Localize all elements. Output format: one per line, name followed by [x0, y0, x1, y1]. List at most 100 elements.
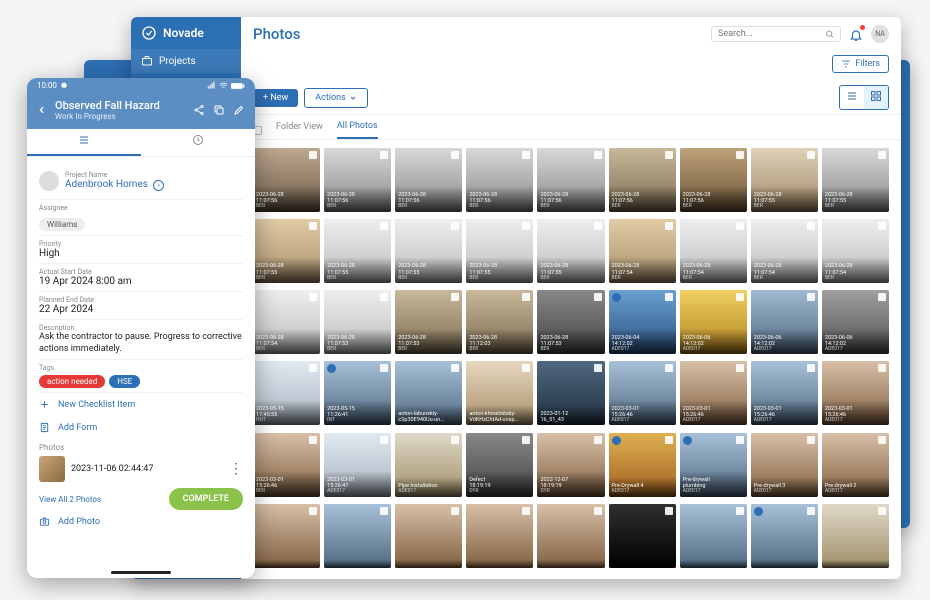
add-photo-button[interactable]: Add Photo: [39, 510, 243, 533]
add-form-button[interactable]: Add Form: [39, 416, 243, 439]
view-all-photos-link[interactable]: View All 2 Photos: [39, 493, 101, 506]
project-value[interactable]: Adenbrook Homes ›: [65, 179, 164, 191]
photo-card[interactable]: Pre-Drywall 4ADE017: [609, 433, 676, 497]
photo-card[interactable]: 2023-06-2811:07:55BER: [324, 219, 391, 283]
photo-checkbox[interactable]: [380, 507, 388, 515]
share-icon[interactable]: [193, 104, 205, 116]
photo-checkbox[interactable]: [807, 507, 815, 515]
photo-card[interactable]: 2023-06-2811:07:55BER: [253, 219, 320, 283]
photo-card[interactable]: anton-khmelnitsky-VdKHzChtAd-unsp...: [466, 361, 533, 425]
notifications-button[interactable]: [849, 27, 863, 41]
photo-card[interactable]: [680, 504, 747, 568]
photo-card[interactable]: 2023-05-1511:26:41INT: [324, 361, 391, 425]
photo-card[interactable]: 2023-06-0614:12:02ADE017: [751, 290, 818, 354]
photo-checkbox[interactable]: [665, 293, 673, 301]
edit-icon[interactable]: [233, 104, 245, 116]
photo-checkbox[interactable]: [522, 364, 530, 372]
photo-checkbox[interactable]: [309, 364, 317, 372]
photo-card[interactable]: 2023-06-2811:07:56BER: [395, 148, 462, 212]
photo-card[interactable]: 2023-06-2811:07:56BER: [680, 148, 747, 212]
photo-card[interactable]: 2023-06-2811:07:55BER: [537, 219, 604, 283]
photo-card[interactable]: 2023-06-2811:07:56BER: [466, 148, 533, 212]
photo-checkbox[interactable]: [736, 507, 744, 515]
copy-icon[interactable]: [213, 104, 225, 116]
photo-card[interactable]: 2023-03-0115:26:46ADE017: [822, 361, 889, 425]
photo-card[interactable]: 2023-06-0414:12:02ADE017: [609, 290, 676, 354]
photo-card[interactable]: 2023-01-1216_51_43: [537, 361, 604, 425]
photo-checkbox[interactable]: [665, 151, 673, 159]
photo-checkbox[interactable]: [665, 436, 673, 444]
photo-card[interactable]: 2023-06-2811:07:55BER: [822, 148, 889, 212]
photo-card[interactable]: [609, 504, 676, 568]
photo-card[interactable]: 2023-03-0115:26:46BER: [253, 433, 320, 497]
photo-checkbox[interactable]: [878, 222, 886, 230]
photo-card[interactable]: 2023-06-2811:07:53BER: [324, 290, 391, 354]
photo-checkbox[interactable]: [594, 222, 602, 230]
photo-checkbox[interactable]: [878, 151, 886, 159]
photo-checkbox[interactable]: [380, 293, 388, 301]
assignee-chip[interactable]: Williams: [39, 218, 85, 231]
photo-checkbox[interactable]: [665, 364, 673, 372]
photo-checkbox[interactable]: [451, 507, 459, 515]
tag-hse[interactable]: HSE: [109, 375, 140, 388]
search-input[interactable]: [718, 29, 825, 39]
photo-card[interactable]: [324, 504, 391, 568]
photo-checkbox[interactable]: [878, 436, 886, 444]
photo-card[interactable]: Pipe InstallationADE017: [395, 433, 462, 497]
photo-card[interactable]: Pre-drywall 2ADE017: [822, 433, 889, 497]
photo-card[interactable]: 2023-06-2811:07:53BER: [395, 290, 462, 354]
photo-card[interactable]: 2023-06-2811:07:54BER: [751, 219, 818, 283]
photo-row[interactable]: 2023-11-06 02:44:47 ⋮: [39, 452, 243, 486]
photo-card[interactable]: 2023-06-2811:07:55BER: [751, 148, 818, 212]
tab-details[interactable]: [27, 129, 141, 156]
photo-card[interactable]: 2023-06-2811:07:56BER: [324, 148, 391, 212]
photo-card[interactable]: [466, 504, 533, 568]
photo-card[interactable]: 2023-06-2811:07:55BER: [466, 219, 533, 283]
photo-checkbox[interactable]: [665, 507, 673, 515]
photo-checkbox[interactable]: [451, 364, 459, 372]
photo-checkbox[interactable]: [522, 293, 530, 301]
photo-card[interactable]: 2023-06-0614:12:02ADE017: [680, 290, 747, 354]
photo-checkbox[interactable]: [309, 293, 317, 301]
photo-card[interactable]: 2023-06-2811:07:54BER: [609, 219, 676, 283]
photo-card[interactable]: [395, 504, 462, 568]
photo-card[interactable]: 2023-06-2811:07:54BER: [680, 219, 747, 283]
photo-card[interactable]: 2023-06-2811:07:53BER: [537, 290, 604, 354]
photo-checkbox[interactable]: [522, 222, 530, 230]
photo-checkbox[interactable]: [380, 364, 388, 372]
photo-checkbox[interactable]: [522, 436, 530, 444]
photo-card[interactable]: Defect18:19:19DYR: [466, 433, 533, 497]
avatar[interactable]: NA: [871, 25, 889, 43]
photo-checkbox[interactable]: [878, 364, 886, 372]
photo-card[interactable]: Pre-drywall 3ADE017: [751, 433, 818, 497]
photo-checkbox[interactable]: [594, 507, 602, 515]
photo-card[interactable]: 2023-06-2811:07:54BER: [822, 219, 889, 283]
photo-checkbox[interactable]: [807, 293, 815, 301]
photo-checkbox[interactable]: [451, 436, 459, 444]
photo-checkbox[interactable]: [309, 507, 317, 515]
actions-button[interactable]: Actions: [304, 88, 367, 108]
photo-checkbox[interactable]: [451, 222, 459, 230]
photo-card[interactable]: 2023-06-0614:12:02ADE017: [822, 290, 889, 354]
photo-card[interactable]: 2023-06-2811:07:54BER: [253, 290, 320, 354]
photo-card[interactable]: 2023-03-0115:26:47ADE017: [324, 433, 391, 497]
filters-button[interactable]: Filters: [832, 55, 889, 73]
photo-card[interactable]: 2023-06-2811:12:03BER: [466, 290, 533, 354]
photo-card[interactable]: 2023-03-0115:26:46ADE017: [609, 361, 676, 425]
photo-card[interactable]: 2023-05-1517:45:55HUT: [253, 361, 320, 425]
sidebar-item-projects[interactable]: Projects: [131, 49, 241, 73]
photo-checkbox[interactable]: [736, 364, 744, 372]
more-icon[interactable]: ⋮: [229, 466, 243, 473]
tab-history[interactable]: [141, 129, 255, 156]
photo-checkbox[interactable]: [736, 222, 744, 230]
complete-button[interactable]: COMPLETE: [169, 488, 243, 510]
photo-checkbox[interactable]: [594, 436, 602, 444]
photo-checkbox[interactable]: [522, 507, 530, 515]
photo-card[interactable]: 2023-06-2811:07:56BER: [609, 148, 676, 212]
grid-view-button[interactable]: [864, 86, 888, 109]
photo-checkbox[interactable]: [807, 151, 815, 159]
photo-checkbox[interactable]: [594, 364, 602, 372]
photo-checkbox[interactable]: [451, 151, 459, 159]
tab-all-photos[interactable]: All Photos: [337, 121, 378, 139]
photo-checkbox[interactable]: [309, 151, 317, 159]
